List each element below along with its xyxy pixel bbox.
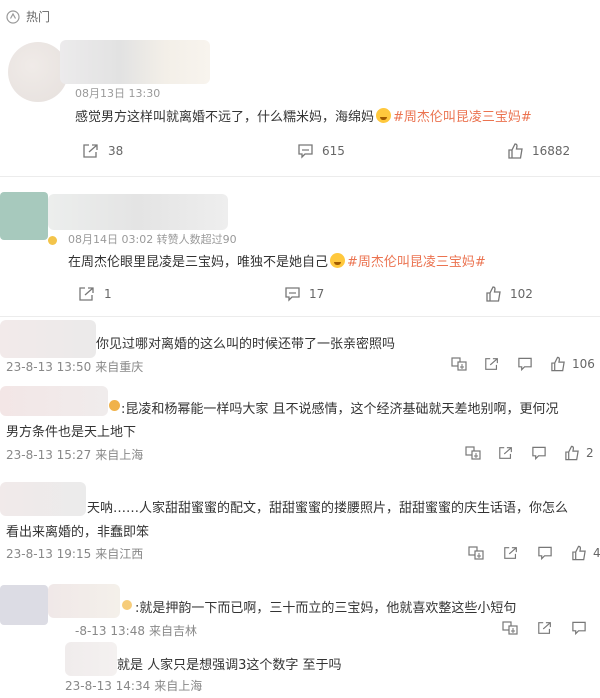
comment-count: 615 bbox=[322, 144, 345, 158]
share-button[interactable] bbox=[503, 545, 519, 565]
thumb-up-icon bbox=[486, 286, 501, 302]
share-icon bbox=[499, 447, 512, 459]
share-icon bbox=[79, 287, 94, 301]
hot-icon bbox=[6, 9, 20, 24]
translate-button[interactable] bbox=[465, 445, 481, 465]
reply-timestamp: 23-8-13 15:27 来自上海 bbox=[6, 448, 144, 462]
fan-badge-icon bbox=[109, 400, 120, 411]
like-count: 106 bbox=[572, 357, 595, 371]
share-icon bbox=[504, 547, 517, 559]
reply-text-line1: 天呐……人家甜甜蜜蜜的配文，甜甜蜜蜜的搂腰照片，甜甜蜜蜜的庆生话语，你怎么 bbox=[87, 501, 569, 516]
share-button[interactable]: 38 bbox=[82, 143, 123, 159]
reply-location: 来自上海 bbox=[95, 448, 144, 462]
comment-icon bbox=[298, 144, 313, 159]
hot-section-header: 热门 bbox=[6, 8, 50, 25]
username-blurred[interactable] bbox=[48, 194, 228, 230]
crying-emoji-icon bbox=[330, 253, 346, 268]
username-blurred[interactable] bbox=[0, 386, 108, 416]
like-button[interactable]: 102 bbox=[485, 286, 533, 302]
avatar[interactable] bbox=[8, 42, 68, 102]
reply-timestamp: 23-8-13 19:15 来自江西 bbox=[6, 547, 144, 561]
comment-text: 感觉男方这样叫就离婚不远了，什么糯米妈，海绵妈 #周杰伦叫昆凌三宝妈# bbox=[75, 106, 532, 125]
username-blurred[interactable] bbox=[65, 642, 117, 676]
comment-button[interactable]: 615 bbox=[297, 143, 345, 159]
comment-button[interactable] bbox=[517, 356, 533, 376]
thumb-up-icon bbox=[572, 545, 586, 561]
username-blurred[interactable] bbox=[0, 320, 96, 358]
laughing-emoji-icon bbox=[376, 108, 392, 123]
like-button[interactable]: 16882 bbox=[507, 143, 570, 159]
reply-text: :就是押韵一下而已啊，三十而立的三宝妈，他就喜欢整这些小短句 bbox=[135, 601, 517, 616]
reply-timestamp: 23-8-13 13:50 来自重庆 bbox=[6, 360, 144, 374]
like-count: 16882 bbox=[532, 144, 571, 158]
avatar[interactable] bbox=[0, 585, 48, 625]
share-icon bbox=[83, 144, 98, 158]
like-count: 4 bbox=[593, 546, 600, 560]
share-button[interactable] bbox=[537, 620, 553, 640]
divider bbox=[0, 176, 600, 177]
comment-body: 在周杰伦眼里昆凌是三宝妈，唯独不是她自己 bbox=[68, 255, 329, 270]
share-icon bbox=[538, 622, 551, 634]
translate-button[interactable] bbox=[468, 545, 484, 565]
comment-icon bbox=[285, 287, 300, 302]
reply-location: 来自吉林 bbox=[148, 624, 197, 638]
divider bbox=[0, 316, 600, 317]
page-title: 热门 bbox=[26, 10, 51, 24]
fan-badge-icon bbox=[122, 600, 132, 610]
share-count: 1 bbox=[104, 287, 112, 301]
like-button[interactable]: 4 bbox=[571, 545, 600, 561]
comment-button[interactable]: 17 bbox=[284, 286, 324, 302]
like-count: 102 bbox=[510, 287, 533, 301]
reply-timestamp: 23-8-13 14:34 来自上海 bbox=[65, 679, 203, 693]
reply-location: 来自上海 bbox=[154, 679, 203, 693]
like-button[interactable]: 106 bbox=[550, 356, 595, 372]
like-button[interactable]: 2 bbox=[564, 445, 594, 461]
reply-text-line2: 看出来离婚的，非蠢即笨 bbox=[6, 525, 150, 540]
comment-icon bbox=[532, 446, 546, 461]
comment-text: 在周杰伦眼里昆凌是三宝妈，唯独不是她自己 #周杰伦叫昆凌三宝妈# bbox=[68, 251, 486, 270]
comment-button[interactable] bbox=[571, 620, 587, 640]
username-blurred[interactable] bbox=[0, 482, 86, 516]
comment-button[interactable] bbox=[537, 545, 553, 565]
translate-button[interactable] bbox=[451, 356, 467, 376]
comment-meta: 08月14日 03:02 转赞人数超过90 bbox=[68, 233, 237, 246]
translate-icon bbox=[451, 357, 467, 371]
thumb-up-icon bbox=[551, 356, 565, 372]
verified-badge-icon bbox=[48, 236, 57, 245]
translate-icon bbox=[468, 546, 484, 560]
reply-text: 就是 人家只是想强调3这个数字 至于吗 bbox=[117, 658, 342, 673]
thumb-up-icon bbox=[565, 445, 579, 461]
reply-location: 来自重庆 bbox=[95, 360, 144, 374]
comment-count: 17 bbox=[309, 287, 325, 301]
translate-icon bbox=[502, 621, 518, 635]
reply-text: 你见过哪对离婚的这么叫的时候还带了一张亲密照吗 bbox=[96, 337, 396, 352]
username-blurred[interactable] bbox=[60, 40, 210, 84]
thumb-up-icon bbox=[508, 143, 523, 159]
comment-icon bbox=[518, 357, 532, 372]
comment-body: 感觉男方这样叫就离婚不远了，什么糯米妈，海绵妈 bbox=[75, 110, 375, 125]
username-blurred[interactable] bbox=[48, 584, 120, 618]
comment-icon bbox=[538, 546, 552, 561]
share-button[interactable] bbox=[484, 356, 500, 376]
reply-timestamp: -8-13 13:48 来自吉林 bbox=[75, 624, 197, 638]
comment-meta: 08月13日 13:30 bbox=[75, 87, 161, 100]
comment-button[interactable] bbox=[531, 445, 547, 465]
translate-icon bbox=[465, 446, 481, 460]
hashtag-link[interactable]: #周杰伦叫昆凌三宝妈# bbox=[393, 110, 532, 125]
share-icon bbox=[485, 358, 498, 370]
share-button[interactable] bbox=[498, 445, 514, 465]
hashtag-link[interactable]: #周杰伦叫昆凌三宝妈# bbox=[347, 255, 486, 270]
comment-icon bbox=[572, 621, 586, 636]
share-count: 38 bbox=[108, 144, 124, 158]
share-button[interactable]: 1 bbox=[78, 286, 112, 302]
like-count: 2 bbox=[586, 446, 594, 460]
reply-text-line1: :昆凌和杨幂能一样吗大家 且不说感情，这个经济基础就天差地别啊，更何况 bbox=[121, 402, 559, 417]
translate-button[interactable] bbox=[502, 620, 518, 640]
avatar[interactable] bbox=[0, 192, 48, 240]
reply-location: 来自江西 bbox=[95, 547, 144, 561]
reply-text-line2: 男方条件也是天上地下 bbox=[6, 425, 137, 440]
